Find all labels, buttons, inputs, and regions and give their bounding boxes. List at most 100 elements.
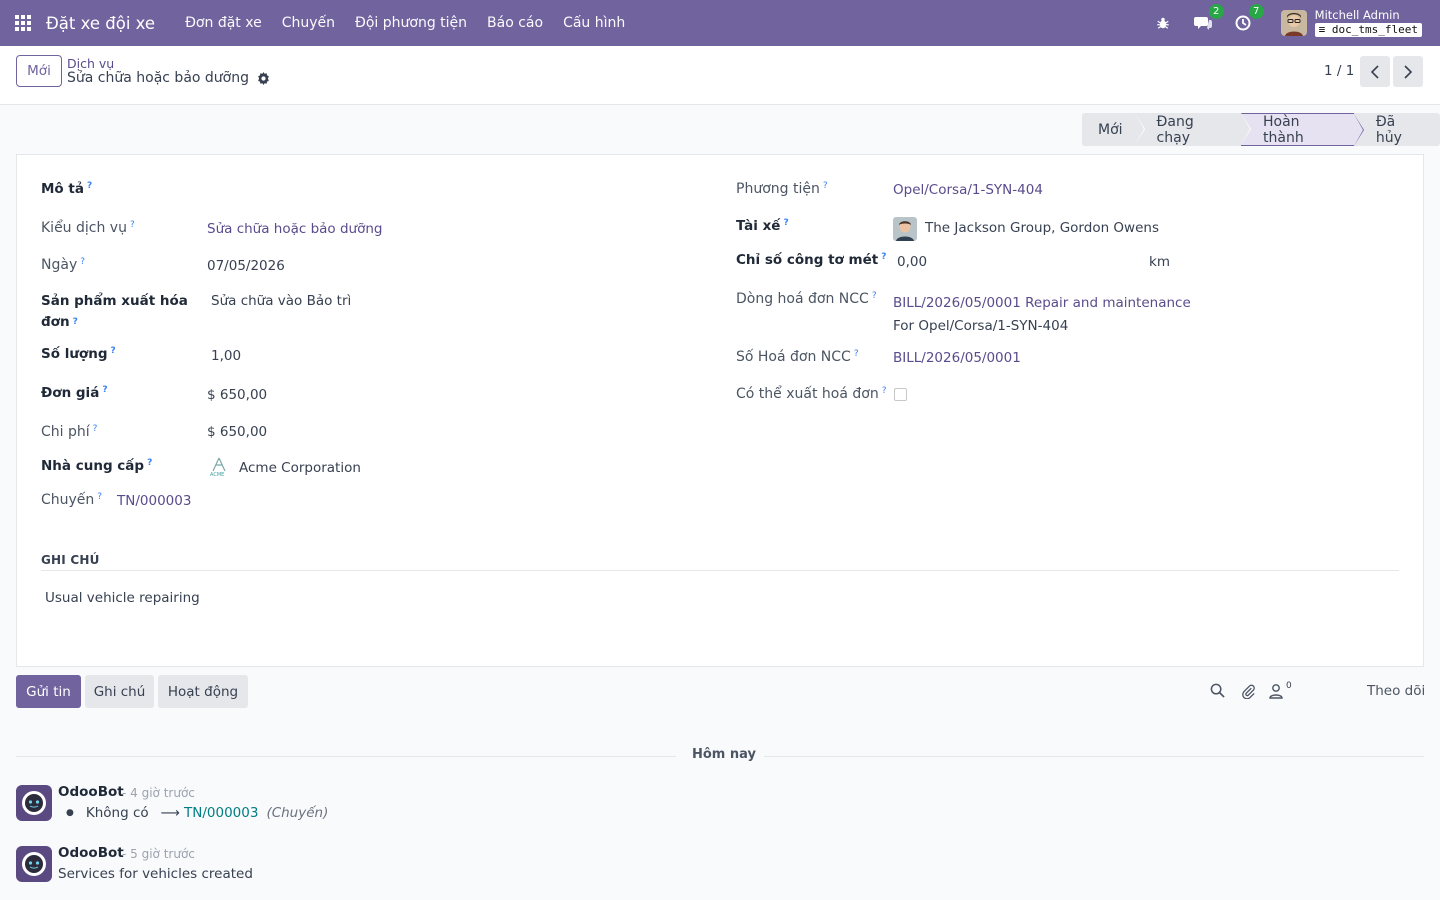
cost-field: $ 650,00 [207,424,268,440]
followers-user-icon[interactable] [1269,683,1283,703]
vendor-bill-number-field[interactable]: BILL/2026/05/0001 [893,350,1021,366]
menu-item-bookings[interactable]: Đơn đặt xe [175,15,272,31]
invoiceable-checkbox[interactable] [894,388,907,401]
tracking-field-name: (Chuyến) [266,805,329,821]
odoobot-avatar[interactable] [16,846,52,882]
menu-item-trips[interactable]: Chuyến [272,15,345,31]
odometer-unit: km [1149,254,1170,270]
service-type-label: Kiểu dịch vụ? [41,220,135,236]
message-author[interactable]: OdooBot [58,845,124,861]
help-tooltip-icon[interactable]: ? [111,346,116,356]
day-separator-line-right [764,756,1424,757]
vendor-bill-number-label: Số Hoá đơn NCC? [736,349,859,365]
paperclip-icon[interactable] [1241,683,1256,703]
pager-next-button[interactable] [1393,56,1423,87]
odoobot-avatar[interactable] [16,785,52,821]
new-record-button[interactable]: Mới [16,55,62,87]
tracking-new-value[interactable]: TN/000003 [184,805,258,821]
chevron-left-icon [1370,64,1379,79]
cost-label: Chi phí? [41,424,98,440]
message-author[interactable]: OdooBot [58,784,124,800]
description-label: Mô tả? [41,181,93,197]
driver-avatar [893,217,917,241]
menu-item-fleet[interactable]: Đội phương tiện [345,15,477,31]
vehicle-label: Phương tiện? [736,181,828,197]
help-tooltip-icon[interactable]: ? [872,291,877,301]
help-tooltip-icon[interactable]: ? [97,492,102,502]
quantity-label: Số lượng? [41,346,116,362]
driver-field[interactable]: The Jackson Group, Gordon Owens [925,220,1159,236]
date-field[interactable]: 07/05/2026 [207,258,285,274]
vendor-bill-line-label: Dòng hoá đơn NCC? [736,291,877,307]
stage-running[interactable]: Đang chạy [1134,113,1251,146]
stage-cancelled[interactable]: Đã hủy [1353,113,1440,146]
app-title[interactable]: Đặt xe đội xe [46,14,155,33]
trip-label: Chuyến? [41,492,103,508]
message-time: - 5 giờ trước [122,847,195,861]
vendor-bill-line-field[interactable]: BILL/2026/05/0001 Repair and maintenance… [893,292,1191,338]
help-tooltip-icon[interactable]: ? [147,458,152,468]
search-icon[interactable] [1210,683,1225,702]
help-tooltip-icon[interactable]: ? [882,386,887,396]
help-tooltip-icon[interactable]: ? [102,385,107,395]
day-separator: Hôm nay [692,747,756,762]
breadcrumb-current: Sửa chữa hoặc bảo dưỡng [67,70,270,86]
help-tooltip-icon[interactable]: ? [881,252,886,262]
pager-value[interactable]: 1 / 1 [1324,63,1354,79]
help-tooltip-icon[interactable]: ? [73,317,78,327]
send-message-button[interactable]: Gửi tin [16,675,81,708]
stage-done[interactable]: Hoàn thành [1241,113,1364,146]
main-menu: Đơn đặt xe Chuyến Đội phương tiện Báo cá… [175,15,635,31]
unit-price-field[interactable]: $ 650,00 [207,387,267,403]
stage-new[interactable]: Mới [1082,113,1145,146]
message-time: - 4 giờ trước [122,786,195,800]
help-tooltip-icon[interactable]: ? [87,181,92,191]
log-note-button[interactable]: Ghi chú [85,675,154,708]
messages-badge: 2 [1208,4,1224,19]
quantity-field[interactable]: 1,00 [211,348,241,364]
chevron-right-icon [1404,64,1413,79]
arrow-right-icon: ⟶ [160,805,180,821]
vendor-label: Nhà cung cấp? [41,458,153,474]
invoice-product-field[interactable]: Sửa chữa vào Bảo trì [211,293,351,309]
menu-item-reports[interactable]: Báo cáo [477,15,553,31]
database-name: ≡ doc_tms_fleet [1314,23,1422,37]
user-avatar[interactable] [1280,10,1307,36]
user-menu[interactable]: Mitchell Admin ≡ doc_tms_fleet [1314,8,1422,37]
form-sheet: Mô tả? Kiểu dịch vụ? Sửa chữa hoặc bảo d… [16,154,1424,667]
messages-icon[interactable]: 2 [1192,4,1224,34]
help-tooltip-icon[interactable]: ? [854,349,859,359]
day-separator-line-left [16,756,676,757]
unit-price-label: Đơn giá? [41,385,108,401]
help-tooltip-icon[interactable]: ? [783,218,788,228]
notes-divider [41,570,1399,571]
bullet: ● [66,808,74,818]
trip-field[interactable]: TN/000003 [117,493,191,509]
date-label: Ngày? [41,257,86,273]
activities-clock-icon[interactable]: 7 [1232,4,1264,34]
invoiceable-label: Có thể xuất hoá đơn? [736,386,887,402]
debug-bug-icon[interactable] [1152,12,1174,34]
activities-button[interactable]: Hoạt động [158,675,248,708]
help-tooltip-icon[interactable]: ? [93,424,98,434]
breadcrumb-parent-link[interactable]: Dịch vụ [67,56,114,71]
odometer-field[interactable]: 0,00 [897,254,927,270]
notes-field[interactable]: Usual vehicle repairing [45,590,200,606]
tracking-old-value: Không có [85,805,149,821]
pager-previous-button[interactable] [1360,56,1390,87]
gear-icon[interactable] [257,71,270,85]
status-bar: Mới Đang chạy Hoàn thành Đã hủy [1082,113,1440,146]
vehicle-field[interactable]: Opel/Corsa/1-SYN-404 [893,182,1043,198]
vendor-field[interactable]: Acme Corporation [239,460,361,476]
user-name: Mitchell Admin [1314,8,1400,22]
menu-item-config[interactable]: Cấu hình [553,15,635,31]
help-tooltip-icon[interactable]: ? [130,220,135,230]
help-tooltip-icon[interactable]: ? [80,257,85,267]
tracking-value-line: ● Không có ⟶ TN/000003 (Chuyến) [66,805,328,821]
followers-count: 0 [1286,681,1292,691]
service-type-field[interactable]: Sửa chữa hoặc bảo dưỡng [207,221,383,237]
help-tooltip-icon[interactable]: ? [823,181,828,191]
apps-menu-icon[interactable] [0,0,46,46]
follow-button[interactable]: Theo dõi [1367,683,1425,699]
control-panel: Mới Dịch vụ Sửa chữa hoặc bảo dưỡng 1 / … [0,46,1440,105]
